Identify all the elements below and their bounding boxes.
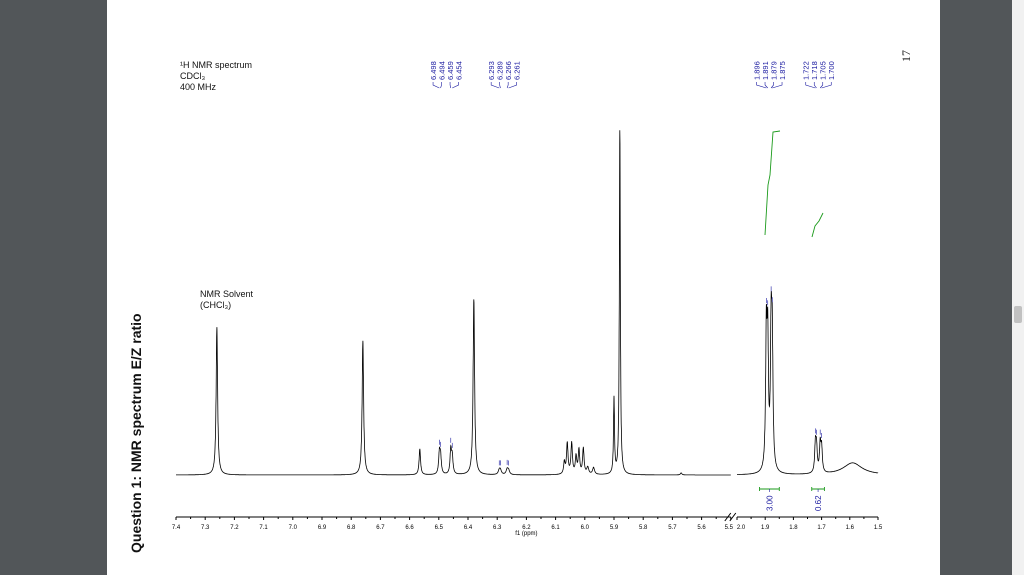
x-tick-label: 6.4 xyxy=(464,525,473,531)
x-tick-label: 5.8 xyxy=(639,525,648,531)
x-tick-label: 6.6 xyxy=(405,525,414,531)
peak-label-leader xyxy=(506,82,509,89)
integral-value: 3.00 xyxy=(765,495,774,511)
peak-label-leader xyxy=(452,82,459,89)
x-tick-label: 7.4 xyxy=(172,525,181,531)
x-tick-label: 6.7 xyxy=(376,525,385,531)
spectrum-trace-segment xyxy=(176,130,731,476)
integral-curve xyxy=(764,130,781,236)
x-tick-label: 6.1 xyxy=(551,525,560,531)
peak-label: 1.875 xyxy=(778,61,787,80)
x-tick-label: 6.5 xyxy=(435,525,444,531)
nmr-spectrum-plot: 7.4 7.3 7.2 7.1 7.0 6.9 6.8 6.7 6.6 6.5 6.4 6.3 6.2 6… xyxy=(172,61,883,537)
x-tick-label: 5.7 xyxy=(668,525,677,531)
x-tick-label: 7.1 xyxy=(259,525,268,531)
x-tick-label: 6.0 xyxy=(581,525,590,531)
peak-label-leader xyxy=(508,82,517,89)
peak-label: 6.454 xyxy=(455,61,464,80)
peak-label-leader xyxy=(440,82,442,89)
x-tick-label: 6.8 xyxy=(347,525,356,531)
x-tick-label: 1.9 xyxy=(761,525,770,531)
x-axis-label: f1 (ppm) xyxy=(515,531,537,537)
peak-label-leader xyxy=(819,82,824,89)
x-tick-label: 6.9 xyxy=(318,525,327,531)
peak-label: 1.700 xyxy=(827,61,836,80)
peak-label-leader xyxy=(770,82,774,89)
peak-label-leader xyxy=(449,82,452,89)
peak-label: 6.261 xyxy=(513,61,522,80)
peak-label-leader xyxy=(499,82,501,89)
x-tick-label: 2.0 xyxy=(737,525,746,531)
x-tick-label: 7.0 xyxy=(289,525,298,531)
spectrum-trace-segment xyxy=(737,290,879,475)
x-tick-label: 5.6 xyxy=(697,525,706,531)
peak-label-leader xyxy=(432,82,440,89)
x-tick-label: 7.3 xyxy=(201,525,210,531)
x-tick-label: 6.3 xyxy=(493,525,502,531)
peak-label-leader xyxy=(764,82,768,89)
x-tick-label: 1.6 xyxy=(846,525,855,531)
peak-label-leader xyxy=(813,82,817,89)
integral-value: 0.62 xyxy=(814,495,823,511)
x-tick-label: 1.8 xyxy=(789,525,798,531)
x-tick-label: 5.5 xyxy=(725,525,734,531)
integral-curve xyxy=(811,212,824,238)
x-tick-label: 7.2 xyxy=(230,525,239,531)
x-tick-label: 5.9 xyxy=(610,525,619,531)
peak-label-leader xyxy=(490,82,500,89)
x-tick-label: 1.5 xyxy=(874,525,883,531)
x-tick-label: 1.7 xyxy=(817,525,826,531)
